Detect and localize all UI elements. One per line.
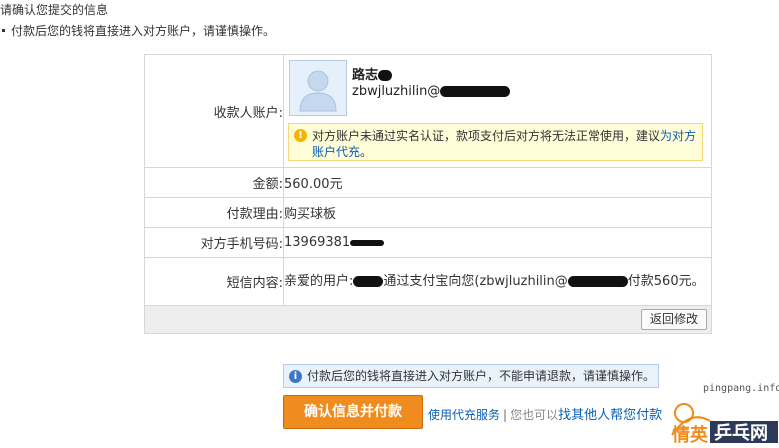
unverified-warning: ! 对方账户未通过实名认证，款项支付后对方将无法正常使用，建议为对方账户代充。 [288, 123, 703, 161]
sms-label: 短信内容: [144, 257, 284, 306]
user-avatar-icon [299, 70, 337, 112]
payee-cell: 路志 zbwjluzhilin@ ! 对方账户未通过实名认证，款项支付后对方将无… [283, 54, 712, 168]
header-note-text: 付款后您的钱将直接进入对方账户，请谨慎操作。 [11, 24, 276, 38]
redaction-mark [378, 70, 393, 81]
payee-label: 收款人账户: [144, 54, 284, 168]
alt-text: 您也可以 [510, 408, 559, 422]
payee-name: 路志 [352, 64, 393, 83]
amount-label: 金额: [144, 167, 284, 198]
logo-text: 乒乓网 [714, 423, 768, 444]
use-agent-link[interactable]: 使用代充服务 [428, 408, 500, 422]
ask-other-pay-link[interactable]: 找其他人帮您付款 [558, 408, 662, 423]
refund-info-text: 付款后您的钱将直接进入对方账户，不能申请退款，请谨慎操作。 [307, 369, 656, 383]
sms-row: 短信内容: 亲爱的用户: 通过支付宝向您(zbwjluzhilin@ 付款560元。 [144, 257, 712, 306]
sms-value-start: 亲爱的用户: [284, 273, 354, 289]
sms-value: 亲爱的用户: 通过支付宝向您(zbwjluzhilin@ 付款560元。 [283, 257, 712, 306]
redaction-mark [353, 275, 384, 287]
header-note: 付款后您的钱将直接进入对方账户，请谨慎操作。 [0, 22, 275, 39]
payee-row: 收款人账户: 路志 zbwjluzhilin@ ! 对方账户未通过实名认证，款项… [144, 54, 712, 168]
warning-icon: ! [294, 129, 307, 142]
payee-name-text: 路志 [352, 68, 379, 83]
bullet-icon [2, 29, 5, 32]
confirm-form-table: 收款人账户: 路志 zbwjluzhilin@ ! 对方账户未通过实名认证，款项… [144, 54, 712, 334]
reason-label: 付款理由: [144, 197, 284, 228]
watermark-url: pingpang.info [703, 383, 779, 394]
phone-value-text: 13969381 [284, 235, 351, 250]
warning-text: 对方账户未通过实名认证，款项支付后对方将无法正常使用，建议为对方账户代充。 [312, 128, 698, 160]
back-cell: 返回修改 [144, 305, 712, 334]
sms-value-end: 付款560元。 [627, 273, 705, 289]
warning-text-end: 。 [360, 145, 373, 159]
redaction-mark [567, 275, 628, 287]
phone-value: 13969381 [283, 227, 712, 258]
logo-prefix-text: 情英 [672, 424, 709, 445]
amount-value: 560.00元 [283, 167, 712, 198]
back-row: 返回修改 [144, 305, 712, 334]
phone-label: 对方手机号码: [144, 227, 284, 258]
redaction-mark [350, 239, 385, 246]
watermark-logo: 情英 乒乓网 [670, 395, 779, 446]
sms-value-mid: 通过支付宝向您(zbwjluzhilin@ [383, 273, 568, 289]
bottom-links: 使用代充服务 | 您也可以找其他人帮您付款 [428, 404, 662, 423]
confirm-pay-button[interactable]: 确认信息并付款 [283, 395, 423, 429]
avatar [289, 60, 347, 116]
payee-email-text: zbwjluzhilin@ [352, 84, 441, 99]
payee-email: zbwjluzhilin@ [352, 84, 511, 99]
reason-value: 购买球板 [283, 197, 712, 228]
pingpong-logo-icon: 情英 乒乓网 [671, 403, 778, 446]
link-separator: | [503, 408, 508, 422]
amount-row: 金额: 560.00元 [144, 167, 712, 198]
back-button[interactable]: 返回修改 [640, 309, 707, 330]
refund-info-bar: i 付款后您的钱将直接进入对方账户，不能申请退款，请谨慎操作。 [283, 364, 659, 388]
reason-row: 付款理由: 购买球板 [144, 197, 712, 228]
phone-row: 对方手机号码: 13969381 [144, 227, 712, 258]
page-title: 请确认您提交的信息 [0, 3, 109, 17]
redaction-mark [440, 86, 511, 97]
warning-text-body: 对方账户未通过实名认证，款项支付后对方将无法正常使用，建议 [312, 129, 661, 143]
info-icon: i [289, 370, 302, 383]
